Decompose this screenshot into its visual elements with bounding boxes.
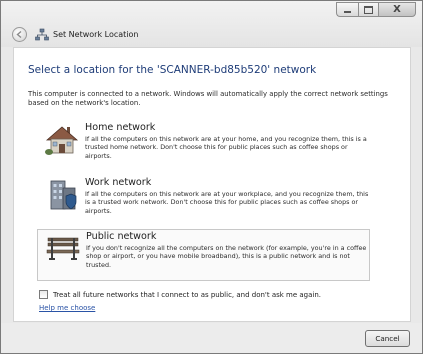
back-button[interactable] <box>12 27 27 42</box>
treat-public-checkbox-row[interactable]: Treat all future networks that I connect… <box>39 290 321 299</box>
park-bench-icon <box>46 237 80 260</box>
work-network-option[interactable]: Work network If all the computers on thi… <box>37 176 370 228</box>
treat-public-checkbox-label: Treat all future networks that I connect… <box>53 290 322 299</box>
public-network-title: Public network <box>86 231 157 242</box>
intro-text: This computer is connected to a network.… <box>28 90 388 107</box>
close-button[interactable]: X <box>378 2 416 17</box>
close-icon: X <box>393 3 401 15</box>
window-title: Set Network Location <box>53 30 139 39</box>
home-network-title: Home network <box>85 122 156 133</box>
maximize-icon <box>364 5 373 14</box>
minimize-icon <box>344 11 351 13</box>
work-network-description: If all the computers on this network are… <box>85 190 369 215</box>
public-network-option[interactable]: Public network If you don't recognize al… <box>37 229 370 281</box>
back-arrow-icon <box>16 30 22 39</box>
page-heading: Select a location for the 'SCANNER-bd85b… <box>28 64 317 76</box>
maximize-button[interactable] <box>358 2 378 17</box>
footer-bar <box>1 323 422 353</box>
home-network-description: If all the computers on this network are… <box>85 135 367 160</box>
minimize-button[interactable] <box>336 2 358 17</box>
network-icon <box>35 28 49 41</box>
title-bar: X Set Network Location <box>1 1 422 47</box>
treat-public-checkbox[interactable] <box>39 290 48 299</box>
caption-buttons: X <box>336 2 416 17</box>
work-network-title: Work network <box>85 177 152 188</box>
cancel-button[interactable]: Cancel <box>365 330 410 347</box>
help-me-choose-link[interactable]: Help me choose <box>39 304 95 312</box>
dialog-window: X Set Network Location Select a location… <box>0 0 423 354</box>
house-icon <box>45 126 79 155</box>
public-network-description: If you don't recognize all the computers… <box>86 244 367 269</box>
office-building-icon <box>50 180 77 210</box>
home-network-option[interactable]: Home network If all the computers on thi… <box>37 121 370 173</box>
